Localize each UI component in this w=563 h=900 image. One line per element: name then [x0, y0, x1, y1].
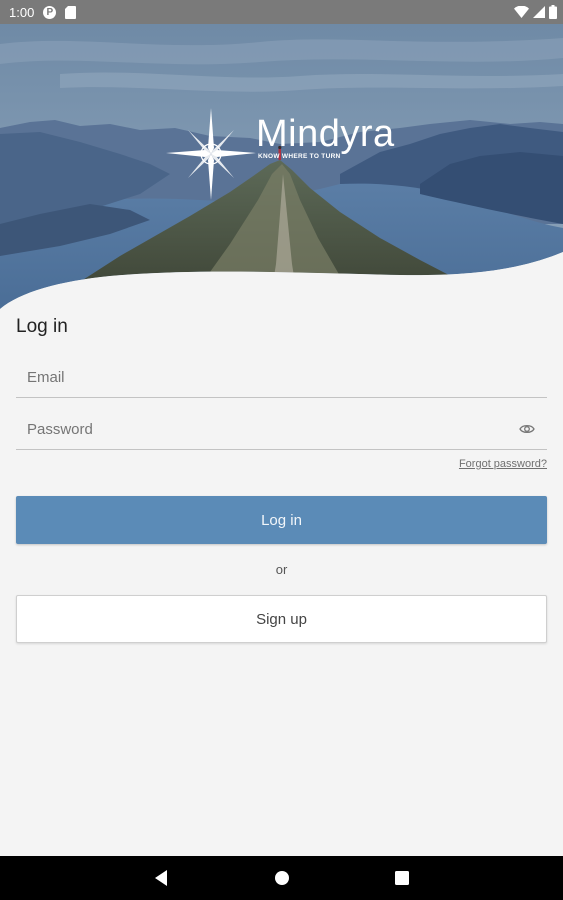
page-title: Log in	[16, 316, 68, 337]
forgot-password-link[interactable]: Forgot password?	[459, 458, 547, 470]
home-icon[interactable]	[270, 866, 294, 890]
password-input[interactable]	[16, 410, 547, 448]
status-right	[514, 5, 557, 19]
compass-star-icon	[166, 108, 256, 200]
status-bar: 1:00 P	[0, 0, 563, 24]
navigation-bar	[0, 856, 563, 900]
hero-image: Mindyra KNOW WHERE TO TURN	[0, 24, 563, 314]
eye-icon[interactable]	[519, 422, 535, 436]
login-screen: 1:00 P Mindyra KNOW WHERE TO TURN Log in…	[0, 0, 563, 900]
back-icon[interactable]	[149, 866, 173, 890]
battery-icon	[549, 5, 557, 19]
brand-logo: Mindyra KNOW WHERE TO TURN	[166, 108, 406, 200]
sd-card-icon	[65, 5, 77, 19]
signup-button[interactable]: Sign up	[16, 595, 547, 643]
p-badge-icon: P	[43, 5, 57, 19]
login-button[interactable]: Log in	[16, 496, 547, 544]
signal-icon	[533, 6, 545, 18]
wifi-icon	[514, 6, 529, 18]
or-divider: or	[275, 562, 288, 577]
status-left: 1:00 P	[9, 4, 77, 20]
email-input[interactable]	[16, 358, 547, 396]
password-field	[16, 410, 547, 450]
email-field	[16, 358, 547, 398]
brand-wordmark: Mindyra	[256, 113, 395, 155]
status-time: 1:00	[9, 4, 35, 20]
brand-tagline: KNOW WHERE TO TURN	[258, 153, 341, 160]
recents-icon[interactable]	[390, 866, 414, 890]
